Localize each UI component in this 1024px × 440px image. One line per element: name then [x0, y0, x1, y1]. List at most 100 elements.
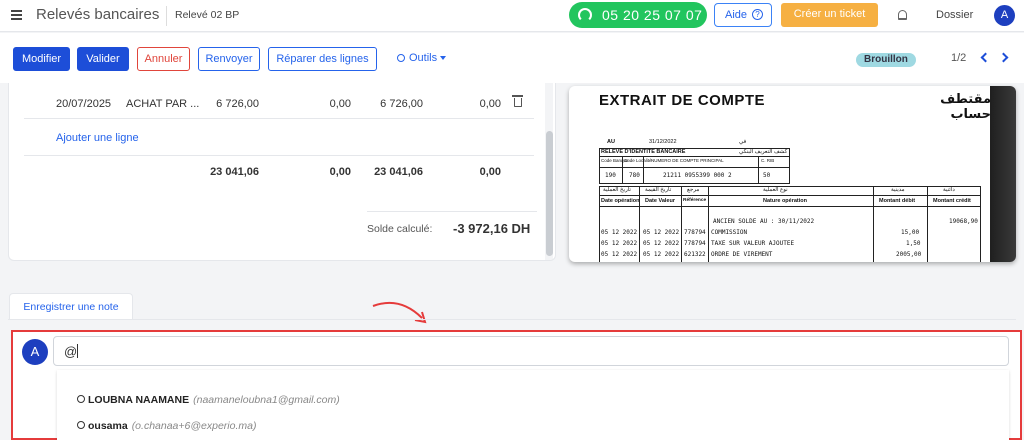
doc-title-arabic: مقتطف حساب: [940, 92, 991, 122]
user-avatar[interactable]: A: [994, 5, 1015, 26]
doc-row-nature: TAXE SUR VALEUR AJOUTEE: [711, 240, 795, 247]
action-toolbar: Modifier Valider Annuler Renvoyer Répare…: [0, 33, 1024, 83]
total-balance: 0,00: [479, 166, 501, 178]
doc-rule: [599, 206, 981, 207]
doc-rule: [599, 195, 981, 196]
solde-value: -3 972,16 DH: [453, 221, 531, 236]
solde-label: Solde calculé:: [367, 223, 433, 235]
folder-menu[interactable]: Dossier: [936, 9, 973, 21]
col-debit: Montant débit: [879, 198, 916, 204]
total-debit: 23 041,06: [210, 166, 259, 178]
doc-au-date: 31/12/2022: [649, 139, 677, 145]
total-credit: 0,00: [329, 166, 351, 178]
line-debit: 6 726,00: [216, 98, 259, 110]
help-button[interactable]: Aide ?: [714, 3, 772, 27]
statement-lines-panel: 20/07/2025 ACHAT PAR ... 6 726,00 0,00 6…: [8, 83, 556, 261]
rib-header-locality: Code Localité: [624, 158, 652, 163]
rib-value-bank: 190: [605, 172, 616, 179]
tab-underline: [8, 319, 1016, 320]
phone-number: 05 20 25 07 07: [602, 7, 703, 23]
doc-row-nature: ANCIEN SOLDE AU : 30/11/2022: [713, 218, 815, 225]
doc-row-valeur: 05 12 2022: [643, 240, 680, 247]
mention-name: ousama: [88, 420, 128, 432]
doc-rule: [599, 156, 790, 157]
pager-indicator: 1/2: [951, 52, 967, 64]
outils-dropdown[interactable]: Outils: [397, 52, 447, 64]
mention-suggestions: LOUBNA NAAMANE (naamaneloubna1@gmail.com)…: [57, 370, 1009, 440]
doc-row-date: 05 12 2022: [601, 251, 638, 258]
breadcrumb: Relevé 02 BP: [175, 9, 240, 21]
line-label: ACHAT PAR ...: [126, 98, 200, 110]
document-preview[interactable]: EXTRAIT DE COMPTE مقتطف حساب AU 31/12/20…: [569, 86, 1016, 262]
doc-rule: [708, 186, 709, 262]
doc-row-nature: COMMISSION: [711, 229, 748, 236]
mention-option[interactable]: LOUBNA NAAMANE (naamaneloubna1@gmail.com): [77, 394, 340, 406]
doc-row-debit: 2005,00: [896, 251, 922, 258]
hamburger-menu-icon[interactable]: [11, 10, 22, 20]
tab-save-note[interactable]: Enregistrer une note: [9, 293, 133, 320]
col-ar-nature: نوع العملية: [763, 187, 788, 193]
solde-divider: [367, 211, 537, 212]
line-balance: 0,00: [479, 98, 501, 110]
col-ar-reference: مرجع: [687, 187, 700, 193]
col-ar-date: تاريخ العملية: [603, 187, 631, 193]
note-input[interactable]: @: [53, 336, 1009, 366]
circle-icon: [77, 395, 85, 403]
doc-row-debit: 15,00: [901, 229, 920, 236]
doc-rule: [599, 167, 790, 168]
rib-label-arabic: كشف التعريف البنكي: [739, 149, 788, 155]
statement-scan: EXTRAIT DE COMPTE مقتطف حساب AU 31/12/20…: [593, 86, 991, 262]
highlight-box: A @ LOUBNA NAAMANE (naamaneloubna1@gmail.…: [11, 330, 1022, 440]
doc-rule: [927, 186, 928, 262]
doc-row-ref: 621322: [684, 251, 706, 258]
add-line-link[interactable]: Ajouter une ligne: [56, 132, 139, 144]
wrench-icon: [397, 54, 405, 62]
preview-scrollbar[interactable]: [990, 86, 1016, 262]
doc-row-nature: ORDRE DE VIREMENT: [711, 251, 773, 258]
rib-label: RELEVE D'IDENTITE BANCAIRE: [601, 149, 686, 155]
col-ar-value-date: تاريخ القيمة: [645, 187, 672, 193]
outils-label: Outils: [409, 52, 438, 64]
caret-down-icon: [440, 56, 447, 60]
doc-au-arabic: في: [739, 139, 747, 145]
headset-icon: [578, 8, 592, 22]
rib-value-key: 50: [763, 172, 771, 179]
trash-icon[interactable]: [512, 95, 523, 107]
doc-row-credit: 19068,90: [949, 218, 978, 225]
doc-rule: [681, 186, 682, 262]
col-credit: Montant crédit: [933, 198, 971, 204]
help-label: Aide: [725, 9, 748, 21]
col-ar-credit: دائنية: [943, 187, 955, 193]
doc-row-debit: 1,50: [906, 240, 921, 247]
scrollbar-thumb[interactable]: [546, 131, 553, 256]
bell-icon[interactable]: [898, 10, 907, 20]
app-title[interactable]: Relevés bancaires: [36, 6, 159, 23]
doc-row-valeur: 05 12 2022: [643, 229, 680, 236]
line-date: 20/07/2025: [56, 98, 112, 110]
reparer-lignes-button[interactable]: Réparer des lignes: [268, 47, 377, 71]
doc-au-label: AU: [607, 139, 615, 145]
note-input-value: @: [64, 344, 78, 359]
note-author-avatar: A: [22, 339, 48, 365]
valider-button[interactable]: Valider: [77, 47, 129, 71]
annuler-button[interactable]: Annuler: [137, 47, 190, 71]
col-date-operation: Date opération: [601, 198, 640, 204]
col-ar-debit: مدينية: [891, 187, 905, 193]
doc-rule: [873, 186, 874, 262]
circle-icon: [77, 421, 85, 429]
text-cursor: [77, 344, 79, 358]
modifier-button[interactable]: Modifier: [13, 47, 70, 71]
rib-value-account: 21211 0955399 000 2: [663, 172, 732, 179]
chevron-left-icon[interactable]: [980, 52, 991, 63]
mention-email: (o.chanaa+6@experio.ma): [131, 420, 257, 432]
create-ticket-button[interactable]: Créer un ticket: [781, 3, 878, 27]
mention-option[interactable]: ousama (o.chanaa+6@experio.ma): [77, 420, 256, 432]
col-nature: Nature opération: [763, 198, 808, 204]
renvoyer-button[interactable]: Renvoyer: [198, 47, 260, 71]
chevron-right-icon[interactable]: [998, 52, 1009, 63]
note-section: Enregistrer une note A @ LOUBNA NAAMANE(…: [8, 290, 1022, 440]
doc-rule: [758, 156, 759, 184]
line-amount: 6 726,00: [380, 98, 423, 110]
phone-support-button[interactable]: 05 20 25 07 07: [569, 2, 707, 28]
col-reference: Référence: [683, 198, 707, 203]
